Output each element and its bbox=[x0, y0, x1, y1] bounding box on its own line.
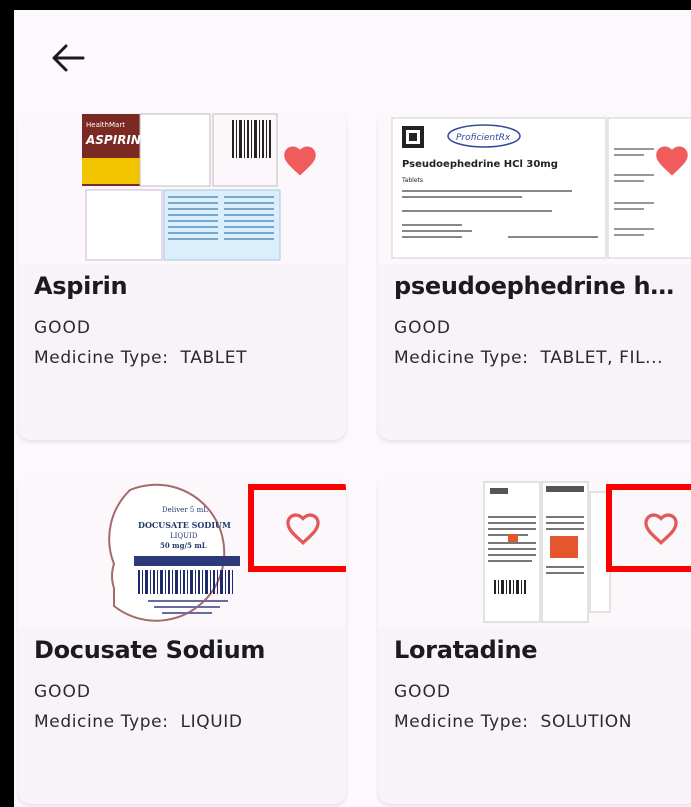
label-dose: 50 mg/5 mL bbox=[160, 541, 207, 550]
medicine-type-label: Medicine Type: bbox=[394, 348, 529, 368]
medicine-type-label: Medicine Type: bbox=[34, 712, 169, 732]
medicine-label-image: ProficientRx Pseudoephedrine HCl 30mg Ta… bbox=[391, 117, 691, 259]
medicine-status: GOOD bbox=[394, 318, 452, 338]
medicine-status: GOOD bbox=[34, 682, 92, 702]
medicine-type: Medicine Type: SOLUTION bbox=[394, 712, 686, 732]
favorite-button[interactable] bbox=[248, 484, 346, 572]
heart-filled-icon bbox=[656, 146, 688, 176]
label-title: Pseudoephedrine HCl 30mg bbox=[402, 159, 558, 170]
arrow-left-icon bbox=[52, 44, 85, 72]
medicine-name: Aspirin bbox=[34, 272, 128, 300]
medicine-name: pseudoephedrine hyd... bbox=[394, 272, 686, 300]
medicine-name: Loratadine bbox=[394, 636, 538, 664]
label-sub: LIQUID bbox=[170, 532, 198, 540]
medicine-type-value: TABLET bbox=[180, 348, 248, 368]
medicine-card[interactable]: ProficientRx Pseudoephedrine HCl 30mg Ta… bbox=[378, 112, 691, 440]
medicine-card[interactable]: Deliver 5 mL DOCUSATE SODIUM LIQUID 50 m… bbox=[18, 476, 346, 804]
medicine-type-label: Medicine Type: bbox=[394, 712, 529, 732]
label-top: Deliver 5 mL bbox=[162, 506, 208, 514]
medicine-name: Docusate Sodium bbox=[34, 636, 266, 664]
heart-filled-icon bbox=[284, 146, 316, 176]
medicine-card[interactable]: HealthMart ASPIRIN Aspirin GOOD Medicine… bbox=[18, 112, 346, 440]
favorite-button[interactable] bbox=[650, 142, 691, 178]
heart-outline-icon bbox=[644, 513, 678, 545]
medicine-status: GOOD bbox=[34, 318, 92, 338]
medicine-type: Medicine Type: LIQUID bbox=[34, 712, 334, 732]
heart-outline-icon bbox=[286, 513, 320, 545]
medicine-type: Medicine Type: TABLET bbox=[34, 348, 334, 368]
medicine-card[interactable]: Loratadine GOOD Medicine Type: SOLUTION bbox=[378, 476, 691, 804]
favorite-button[interactable] bbox=[606, 484, 691, 572]
label-title: DOCUSATE SODIUM bbox=[138, 520, 231, 530]
medicine-type-label: Medicine Type: bbox=[34, 348, 169, 368]
label-brand: HealthMart bbox=[86, 121, 125, 129]
favorite-button[interactable] bbox=[280, 142, 320, 178]
medicine-type-value: LIQUID bbox=[180, 712, 243, 732]
back-button[interactable] bbox=[48, 40, 88, 76]
screen: HealthMart ASPIRIN Aspirin GOOD Medicine… bbox=[14, 10, 691, 807]
medicine-image: ProficientRx Pseudoephedrine HCl 30mg Ta… bbox=[378, 112, 691, 264]
medicine-label-image: HealthMart ASPIRIN bbox=[82, 113, 281, 261]
label-brand: ProficientRx bbox=[456, 133, 511, 143]
label-title: ASPIRIN bbox=[85, 133, 141, 147]
medicine-type-value: TABLET, FIL... bbox=[540, 348, 664, 368]
medicine-image: HealthMart ASPIRIN bbox=[18, 112, 346, 264]
label-sub: Tablets bbox=[401, 177, 423, 184]
medicine-type: Medicine Type: TABLET, FIL... bbox=[394, 348, 686, 368]
medicine-type-value: SOLUTION bbox=[540, 712, 633, 732]
medicine-status: GOOD bbox=[394, 682, 452, 702]
